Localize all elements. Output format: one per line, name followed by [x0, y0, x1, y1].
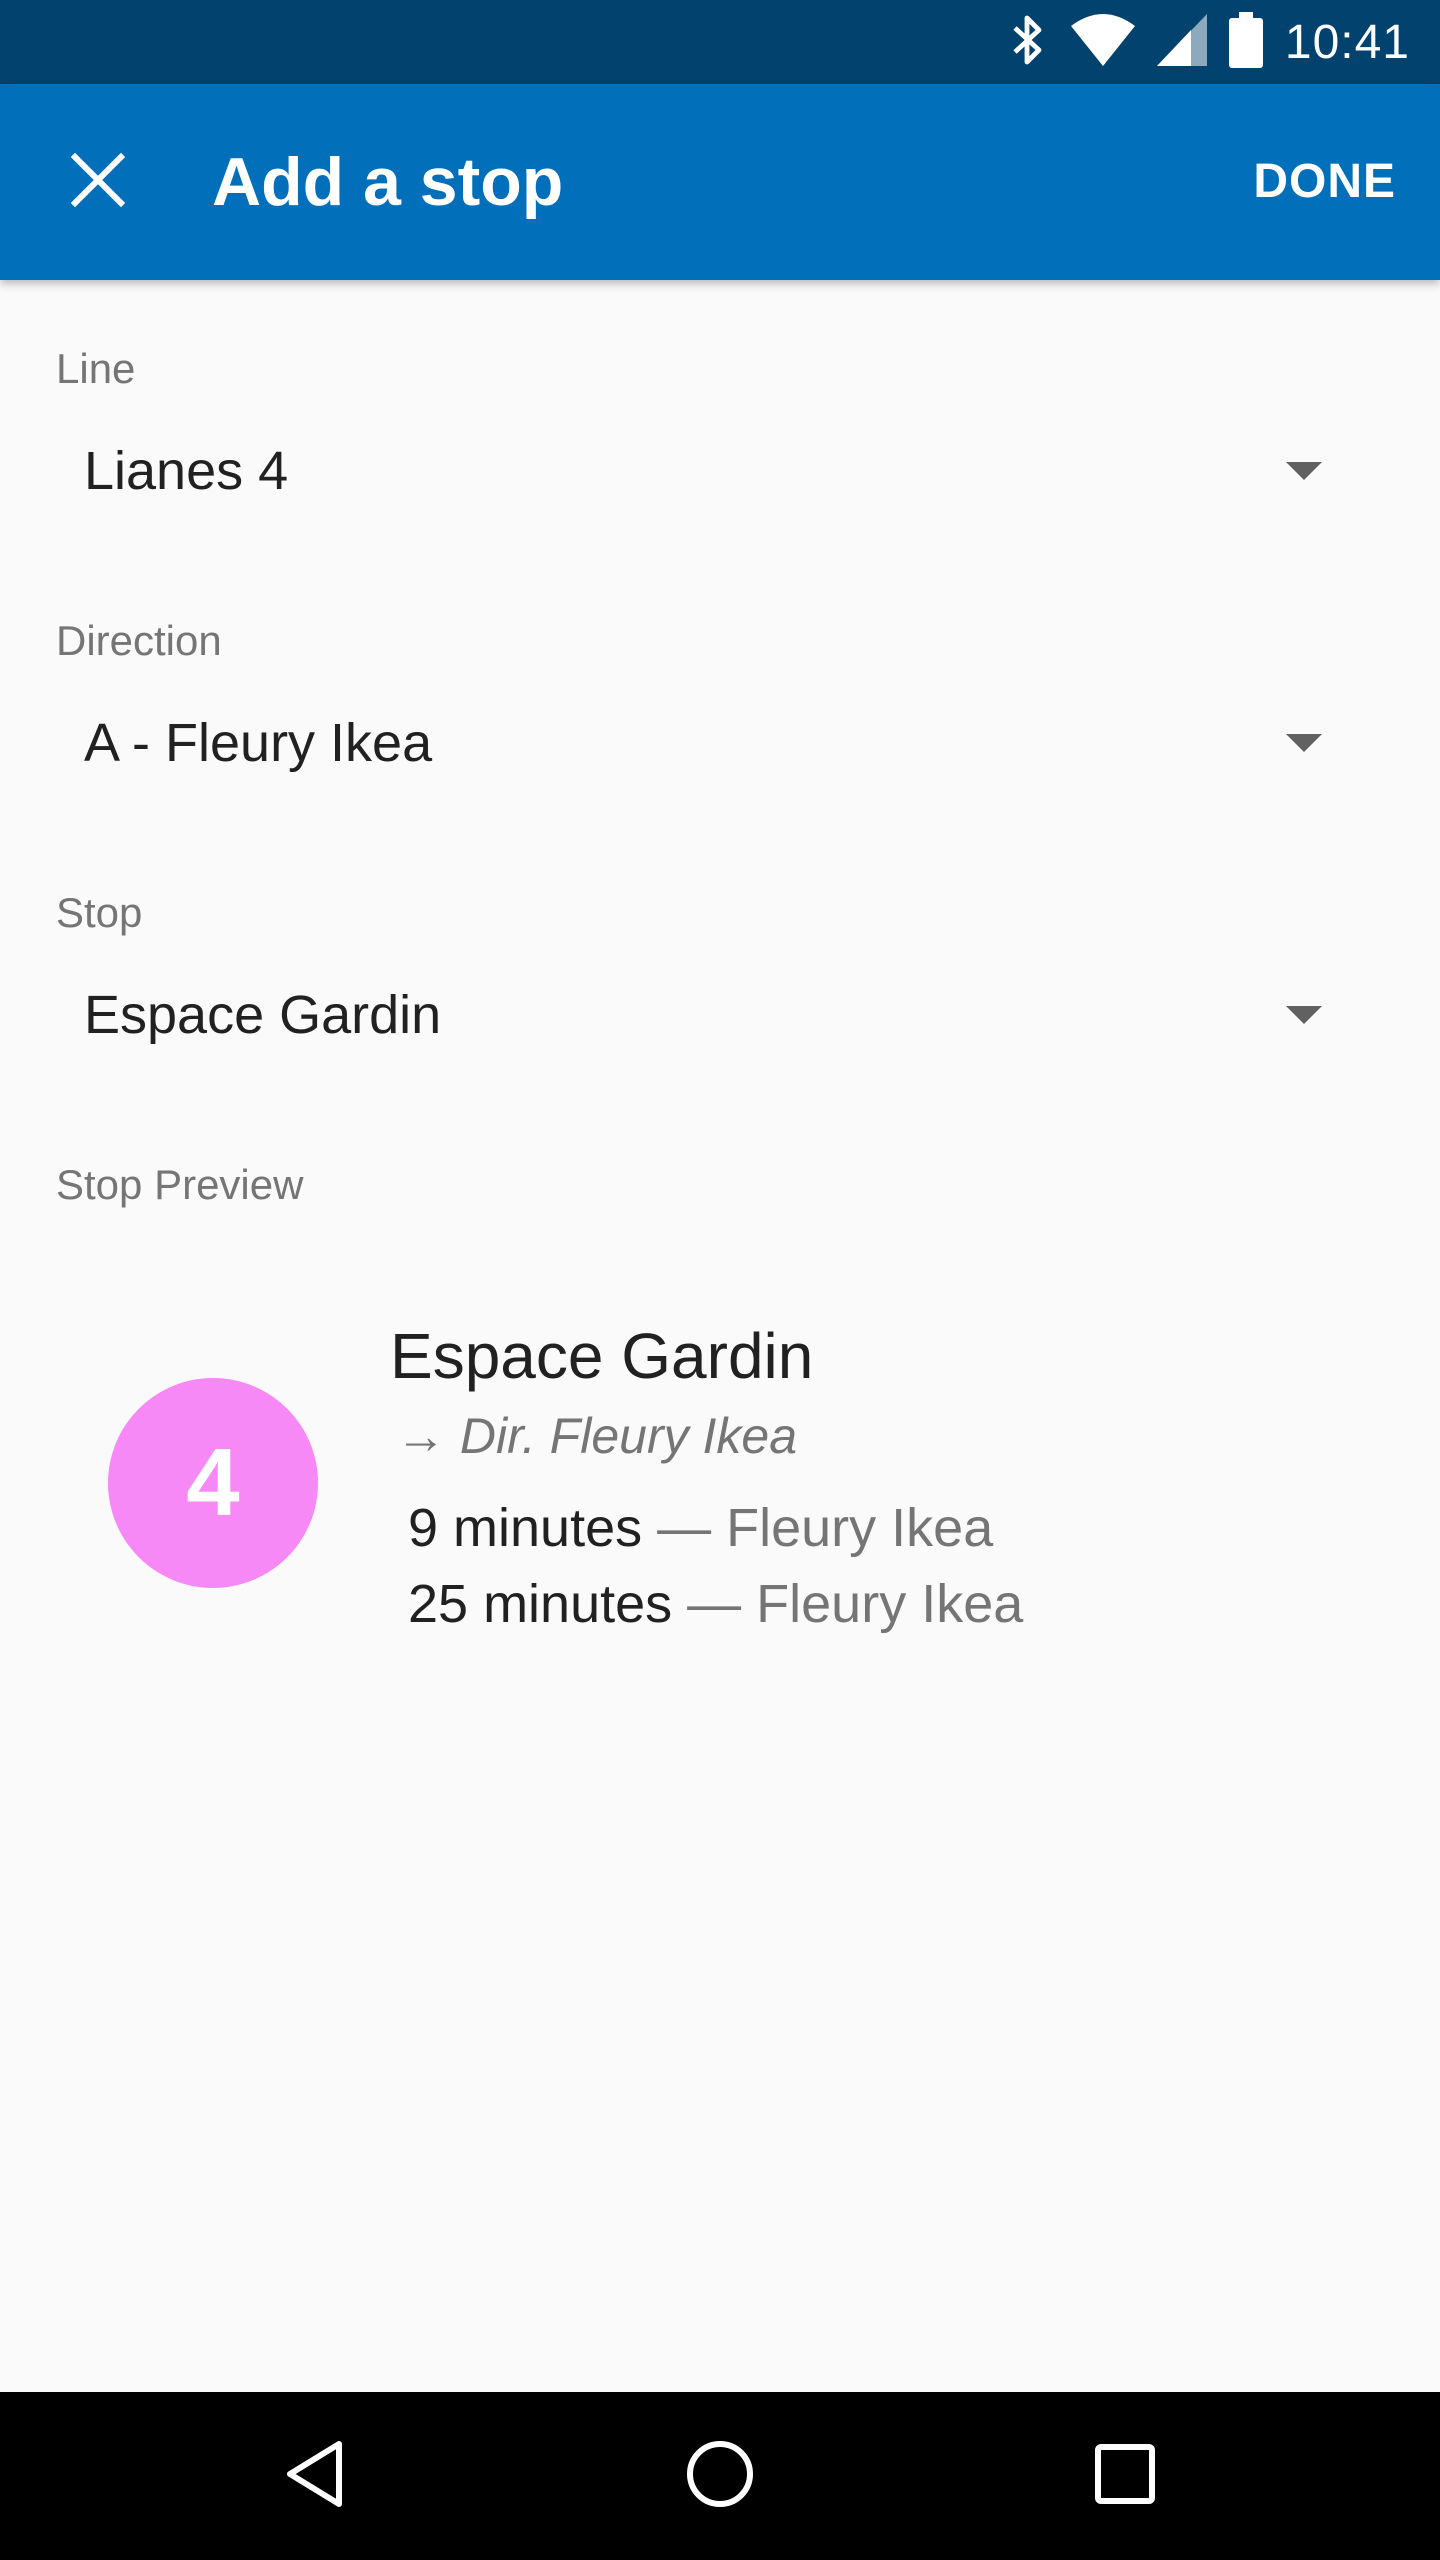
preview-direction: → Dir. Fleury Ikea: [396, 1408, 798, 1464]
departure-row: 25 minutes — Fleury Ikea: [408, 1572, 1023, 1636]
direction-dropdown[interactable]: A - Fleury Ikea: [56, 688, 1336, 798]
status-icons: 10:41: [1009, 0, 1410, 84]
done-button[interactable]: DONE: [1249, 140, 1400, 224]
navigation-bar: [0, 2392, 1440, 2560]
back-icon: [284, 2439, 346, 2514]
line-dropdown[interactable]: Lianes 4: [56, 416, 1336, 526]
home-icon: [685, 2439, 755, 2514]
departure-destination: — Fleury Ikea: [642, 1498, 994, 1558]
status-bar: 10:41: [0, 0, 1440, 84]
status-time: 10:41: [1284, 15, 1410, 69]
cell-signal-icon: [1156, 13, 1207, 71]
preview-stop-name: Espace Gardin: [390, 1320, 814, 1392]
stop-preview-label: Stop Preview: [56, 1161, 304, 1208]
departure-time: 25 minutes: [408, 1574, 673, 1634]
page-title: Add a stop: [212, 144, 564, 220]
recents-icon: [1094, 2443, 1156, 2510]
dropdown-arrow-icon: [1286, 462, 1322, 480]
line-value: Lianes 4: [84, 441, 289, 501]
dropdown-arrow-icon: [1286, 1006, 1322, 1024]
stop-label: Stop: [56, 889, 143, 936]
home-button[interactable]: [670, 2426, 770, 2526]
departure-destination: — Fleury Ikea: [672, 1574, 1024, 1634]
recents-button[interactable]: [1075, 2426, 1175, 2526]
stop-value: Espace Gardin: [84, 985, 442, 1045]
departure-time: 9 minutes: [408, 1498, 643, 1558]
app-bar: Add a stop DONE: [0, 84, 1440, 280]
close-icon: [70, 152, 126, 212]
close-button[interactable]: [48, 142, 148, 222]
dropdown-arrow-icon: [1286, 734, 1322, 752]
line-label: Line: [56, 345, 136, 392]
bluetooth-icon: [1009, 12, 1049, 73]
direction-label: Direction: [56, 617, 222, 664]
battery-icon: [1228, 11, 1263, 73]
line-badge: 4: [108, 1378, 318, 1588]
back-button[interactable]: [265, 2426, 365, 2526]
departure-row: 9 minutes — Fleury Ikea: [408, 1496, 993, 1560]
direction-value: A - Fleury Ikea: [84, 713, 433, 773]
stop-dropdown[interactable]: Espace Gardin: [56, 960, 1336, 1070]
wifi-icon: [1070, 13, 1135, 71]
